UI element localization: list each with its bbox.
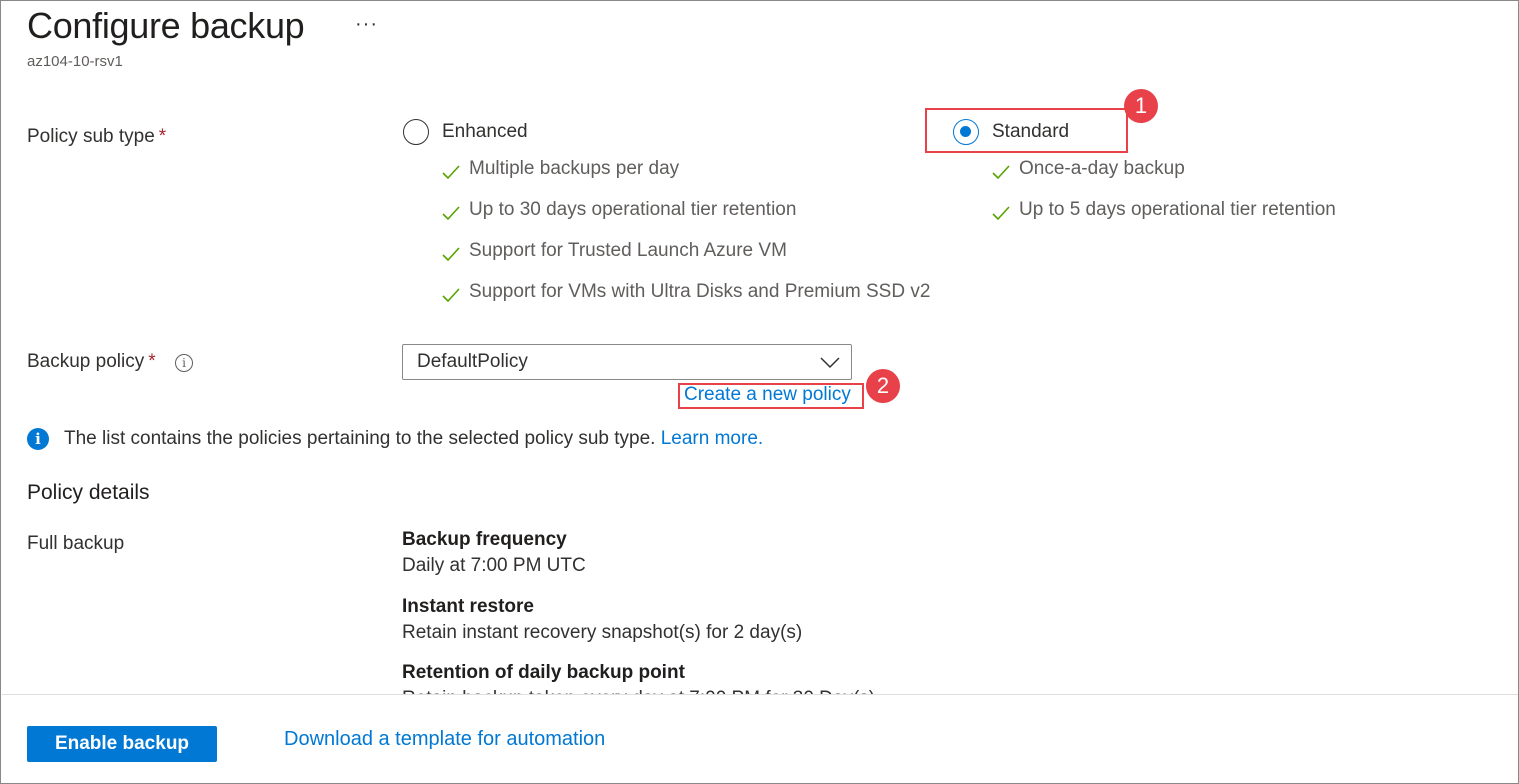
learn-more-link[interactable]: Learn more. [661, 428, 763, 450]
required-asterisk: * [148, 351, 156, 372]
enhanced-feature-4: Support for VMs with Ultra Disks and Pre… [441, 279, 930, 305]
full-backup-label: Full backup [27, 533, 125, 554]
callout-badge-2: 2 [866, 369, 900, 403]
callout-highlight-create-policy [678, 383, 864, 409]
standard-feature-text: Once-a-day backup [1019, 158, 1185, 179]
policy-sub-type-label: Policy sub type * [27, 126, 166, 148]
checkmark-icon [992, 165, 1010, 180]
more-options-icon[interactable]: ··· [355, 13, 378, 36]
checkmark-icon [442, 247, 460, 262]
footer-bar [2, 694, 1518, 783]
backup-policy-label: Backup policy * [27, 351, 156, 373]
checkmark-icon [442, 206, 460, 221]
enhanced-feature-text: Support for VMs with Ultra Disks and Pre… [469, 281, 931, 302]
policy-details-heading: Policy details [27, 481, 150, 504]
policy-sub-type-label-text: Policy sub type [27, 126, 155, 147]
download-template-link[interactable]: Download a template for automation [284, 728, 605, 751]
vault-name-subtitle: az104-10-rsv1 [27, 53, 123, 70]
backup-policy-dropdown[interactable]: DefaultPolicy [402, 344, 852, 380]
chevron-down-icon [820, 357, 840, 369]
page-title: Configure backup [27, 5, 305, 46]
detail-heading-instant-restore: Instant restore [402, 596, 534, 617]
enhanced-feature-text: Multiple backups per day [469, 158, 680, 179]
callout-badge-1: 1 [1124, 89, 1158, 123]
required-asterisk: * [158, 126, 167, 147]
enable-backup-button[interactable]: Enable backup [27, 726, 217, 762]
backup-policy-selected-value: DefaultPolicy [417, 351, 528, 372]
standard-feature-1: Once-a-day backup [991, 156, 1185, 182]
detail-heading-retention: Retention of daily backup point [402, 662, 685, 683]
enhanced-feature-2: Up to 30 days operational tier retention [441, 197, 796, 223]
enhanced-feature-3: Support for Trusted Launch Azure VM [441, 238, 787, 264]
standard-feature-2: Up to 5 days operational tier retention [991, 197, 1336, 223]
radio-enhanced-label[interactable]: Enhanced [442, 121, 528, 143]
info-tooltip-icon[interactable]: i [175, 354, 193, 372]
enhanced-feature-1: Multiple backups per day [441, 156, 679, 182]
checkmark-icon [442, 288, 460, 303]
checkmark-icon [992, 206, 1010, 221]
enhanced-feature-text: Support for Trusted Launch Azure VM [469, 240, 787, 261]
enhanced-feature-text: Up to 30 days operational tier retention [469, 199, 797, 220]
checkmark-icon [442, 165, 460, 180]
standard-feature-text: Up to 5 days operational tier retention [1019, 199, 1336, 220]
info-message-text: The list contains the policies pertainin… [64, 428, 656, 449]
configure-backup-panel: Configure backup ··· az104-10-rsv1 Polic… [0, 0, 1519, 784]
detail-heading-frequency: Backup frequency [402, 529, 567, 550]
backup-policy-label-text: Backup policy [27, 351, 145, 372]
detail-value-frequency: Daily at 7:00 PM UTC [402, 555, 586, 576]
info-message: i The list contains the policies pertain… [27, 428, 763, 450]
radio-enhanced[interactable] [403, 119, 429, 145]
detail-value-instant-restore: Retain instant recovery snapshot(s) for … [402, 622, 803, 643]
callout-highlight-standard [925, 108, 1128, 153]
info-icon: i [27, 428, 49, 450]
